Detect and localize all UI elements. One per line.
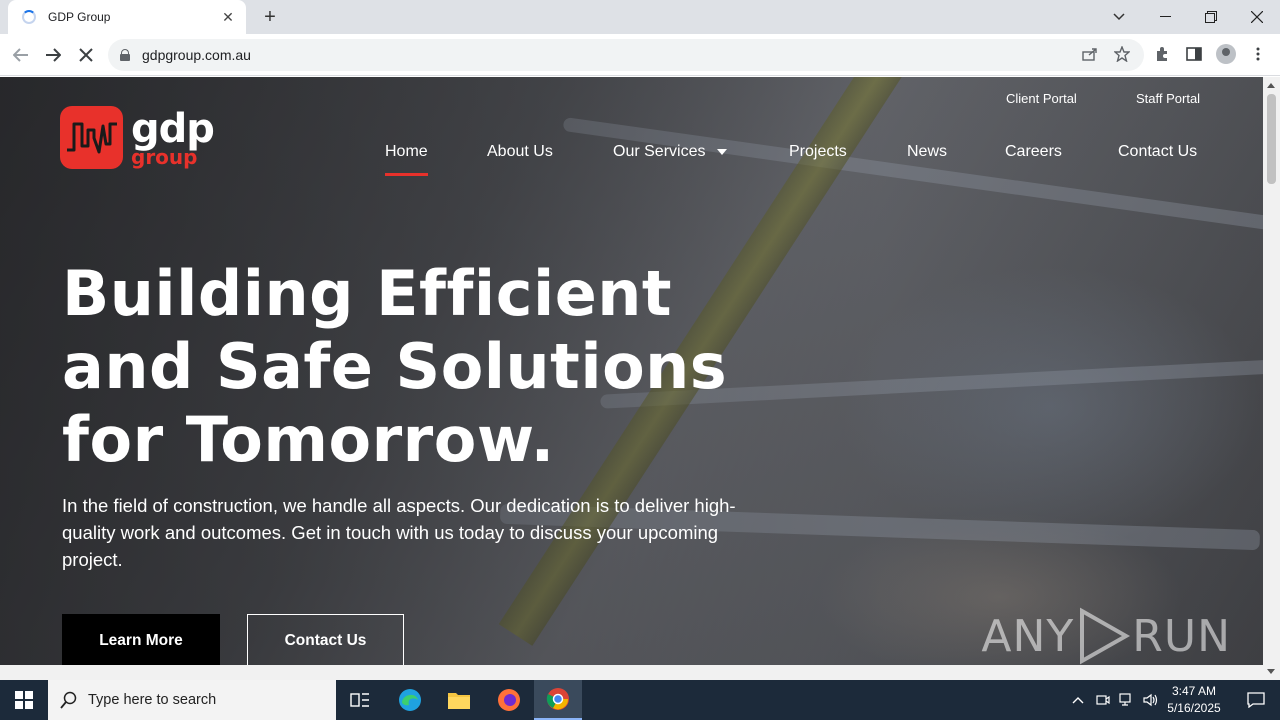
horizontal-scroll-area [0,665,1263,680]
nav-projects[interactable]: Projects [789,143,847,161]
close-tab-icon[interactable]: ✕ [220,9,236,26]
site-logo[interactable]: gdp group [60,105,215,169]
hero-title: Building Efficient and Safe Solutions fo… [62,257,782,476]
back-button[interactable] [8,42,34,68]
scroll-up-arrow-icon[interactable] [1267,83,1275,88]
anyrun-watermark: ANY RUN [981,607,1231,665]
tab-strip: GDP Group ✕ + [0,0,1280,34]
close-window-button[interactable] [1234,0,1280,34]
search-placeholder: Type here to search [88,692,217,708]
nav-services-label: Our Services [613,143,706,160]
play-triangle-icon [1080,607,1131,665]
extensions-puzzle-icon[interactable] [1150,42,1174,66]
new-tab-button[interactable]: + [258,5,282,29]
profile-icon [1216,44,1236,64]
volume-icon[interactable] [1140,680,1162,720]
watermark-left: ANY [981,610,1075,662]
meet-now-icon[interactable] [1092,680,1114,720]
logo-word: gdp [131,105,215,152]
notifications-icon[interactable] [1232,680,1280,720]
address-bar[interactable]: gdpgroup.com.au [108,39,1144,71]
logo-mark-icon [60,106,123,169]
watermark-right: RUN [1132,610,1231,662]
system-clock[interactable]: 3:47 AM 5/16/2025 [1162,683,1226,717]
start-button[interactable] [0,680,48,720]
tab-title: GDP Group [48,10,111,24]
nav-about[interactable]: About Us [487,143,553,161]
nav-contact[interactable]: Contact Us [1118,143,1197,161]
tab-search-chevron-icon[interactable] [1096,0,1142,34]
dropdown-caret-icon [717,148,728,155]
learn-more-button[interactable]: Learn More [62,614,220,665]
profile-avatar[interactable] [1214,42,1238,66]
forward-button[interactable] [40,42,66,68]
hero-title-line: for Tomorrow. [62,403,555,476]
task-view-icon[interactable] [336,680,384,720]
file-explorer-icon[interactable] [435,680,483,720]
contact-us-button[interactable]: Contact Us [247,614,404,665]
minimize-button[interactable] [1142,0,1188,34]
windows-logo-icon [15,691,33,709]
loading-spinner-icon [22,10,36,24]
client-portal-link[interactable]: Client Portal [1006,91,1077,106]
hero-title-line: and Safe Solutions [62,330,728,403]
firefox-icon[interactable] [485,680,533,720]
network-icon[interactable] [1116,680,1138,720]
web-page: gdp group Client Portal Staff Portal Hom… [0,77,1263,665]
clock-time: 3:47 AM [1171,684,1217,698]
staff-portal-link[interactable]: Staff Portal [1136,91,1200,106]
nav-services[interactable]: Our Services [613,143,728,161]
search-icon [60,691,77,709]
nav-careers[interactable]: Careers [1005,143,1062,161]
show-hidden-icons-chevron[interactable] [1068,680,1088,720]
menu-kebab-icon[interactable] [1246,42,1270,66]
logo-wordmark: gdp group [131,105,215,167]
bookmark-star-icon[interactable] [1110,42,1134,66]
browser-toolbar: gdpgroup.com.au [0,34,1280,76]
hero-description: In the field of construction, we handle … [62,495,736,570]
browser-tab[interactable]: GDP Group ✕ [8,0,246,34]
chrome-icon[interactable] [534,680,582,720]
edge-browser-icon[interactable] [386,680,434,720]
scroll-thumb[interactable] [1267,94,1276,184]
lock-icon[interactable] [120,49,130,61]
stop-loading-button[interactable] [73,42,99,68]
nav-home[interactable]: Home [385,143,428,176]
hero-title-line: Building Efficient [62,257,673,330]
share-icon[interactable] [1078,42,1102,66]
url-text[interactable]: gdpgroup.com.au [142,47,251,63]
nav-news[interactable]: News [907,143,947,161]
restore-button[interactable] [1188,0,1234,34]
taskbar-search[interactable]: Type here to search [48,680,336,720]
side-panel-icon[interactable] [1182,42,1206,66]
vertical-scrollbar[interactable] [1263,77,1280,680]
scroll-down-arrow-icon[interactable] [1267,669,1275,674]
clock-date: 5/16/2025 [1167,701,1221,715]
windows-taskbar: Type here to search 3:47 AM 5/16/2025 [0,680,1280,720]
